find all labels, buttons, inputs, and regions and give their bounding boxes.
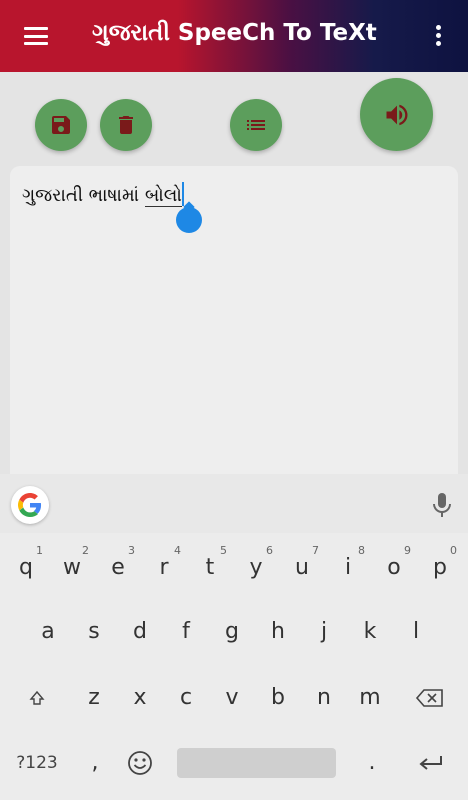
key-z[interactable]: z (71, 672, 117, 724)
key-hint: 2 (82, 544, 89, 557)
volume-up-icon (386, 104, 407, 125)
period-key[interactable]: . (349, 737, 395, 789)
key-j[interactable]: j (301, 606, 347, 658)
speak-button[interactable] (360, 78, 433, 151)
key-n[interactable]: n (301, 672, 347, 724)
key-label: q (19, 555, 33, 580)
key-x[interactable]: x (117, 672, 163, 724)
suggestion-bar (0, 474, 468, 533)
key-hint: 3 (128, 544, 135, 557)
backspace-icon (415, 689, 443, 707)
key-hint: 0 (450, 544, 457, 557)
hamburger-menu-icon[interactable] (24, 27, 48, 45)
key-hint: 4 (174, 544, 181, 557)
key-o[interactable]: 9o (371, 542, 417, 594)
soft-keyboard: 1q 2w 3e 4r 5t 6y 7u 8i 9o 0p a s d f g … (0, 474, 468, 800)
key-hint: 6 (266, 544, 273, 557)
trash-icon (119, 116, 133, 134)
more-vert-icon[interactable] (434, 25, 442, 49)
key-label: t (205, 555, 215, 580)
key-label: d (133, 619, 147, 644)
list-button[interactable] (230, 99, 282, 151)
emoji-icon (128, 751, 152, 775)
key-label: j (320, 619, 328, 644)
key-label: ?123 (16, 752, 58, 773)
key-label: r (159, 555, 169, 580)
enter-key[interactable] (408, 737, 454, 789)
key-r[interactable]: 4r (141, 542, 187, 594)
text-composing: બોલો (144, 185, 182, 207)
key-h[interactable]: h (255, 606, 301, 658)
key-label: g (225, 619, 239, 644)
key-k[interactable]: k (347, 606, 393, 658)
key-label: s (88, 619, 100, 644)
symbols-key[interactable]: ?123 (10, 737, 64, 789)
key-i[interactable]: 8i (325, 542, 371, 594)
text-cursor (181, 182, 184, 206)
key-label: c (179, 685, 193, 710)
mic-icon[interactable] (432, 492, 452, 518)
key-label: f (182, 619, 190, 644)
speech-text-area[interactable]: ગુજરાતી ભાષામાં બોલો (10, 166, 458, 486)
key-f[interactable]: f (163, 606, 209, 658)
key-p[interactable]: 0p (417, 542, 463, 594)
cursor-handle[interactable] (176, 207, 202, 233)
save-floppy-icon (52, 116, 70, 134)
key-c[interactable]: c (163, 672, 209, 724)
key-v[interactable]: v (209, 672, 255, 724)
google-g-icon[interactable] (11, 486, 49, 524)
key-label: w (63, 555, 81, 580)
key-label: h (271, 619, 285, 644)
key-label: z (88, 685, 100, 710)
key-hint: 9 (404, 544, 411, 557)
emoji-key[interactable] (117, 737, 163, 789)
key-a[interactable]: a (25, 606, 71, 658)
save-button[interactable] (35, 99, 87, 151)
key-label: l (412, 619, 420, 644)
shift-arrow-icon (29, 690, 45, 705)
key-label: p (433, 555, 447, 580)
app-title: ગુજરાતી SpeeCh To TeXt (92, 20, 377, 46)
key-hint: 7 (312, 544, 319, 557)
key-label: e (111, 555, 125, 580)
enter-return-icon (419, 756, 442, 770)
comma-key[interactable]: , (72, 737, 118, 789)
key-label: v (225, 685, 239, 710)
key-label: , (91, 750, 99, 775)
key-g[interactable]: g (209, 606, 255, 658)
key-u[interactable]: 7u (279, 542, 325, 594)
key-hint: 1 (36, 544, 43, 557)
key-s[interactable]: s (71, 606, 117, 658)
key-e[interactable]: 3e (95, 542, 141, 594)
key-y[interactable]: 6y (233, 542, 279, 594)
key-m[interactable]: m (347, 672, 393, 724)
key-hint: 5 (220, 544, 227, 557)
key-hint: 8 (358, 544, 365, 557)
key-label: x (133, 685, 147, 710)
key-label: i (344, 555, 352, 580)
text-plain: ગુજરાતી ભાષામાં (22, 185, 145, 206)
key-label: n (317, 685, 331, 710)
recognized-text[interactable]: ગુજરાતી ભાષામાં બોલો (22, 182, 184, 207)
shift-key[interactable] (14, 672, 60, 724)
key-label: m (359, 685, 381, 710)
backspace-key[interactable] (407, 672, 453, 724)
space-key[interactable] (177, 748, 336, 778)
key-d[interactable]: d (117, 606, 163, 658)
key-label: b (271, 685, 285, 710)
key-label: y (249, 555, 263, 580)
key-l[interactable]: l (393, 606, 439, 658)
key-w[interactable]: 2w (49, 542, 95, 594)
key-q[interactable]: 1q (3, 542, 49, 594)
key-label: u (295, 555, 309, 580)
delete-button[interactable] (100, 99, 152, 151)
key-b[interactable]: b (255, 672, 301, 724)
key-label: o (387, 555, 401, 580)
key-label: a (41, 619, 55, 644)
key-t[interactable]: 5t (187, 542, 233, 594)
key-label: . (368, 750, 376, 775)
list-icon (247, 120, 265, 130)
app-bar: ગુજરાતી SpeeCh To TeXt (0, 0, 468, 72)
key-label: k (363, 619, 377, 644)
